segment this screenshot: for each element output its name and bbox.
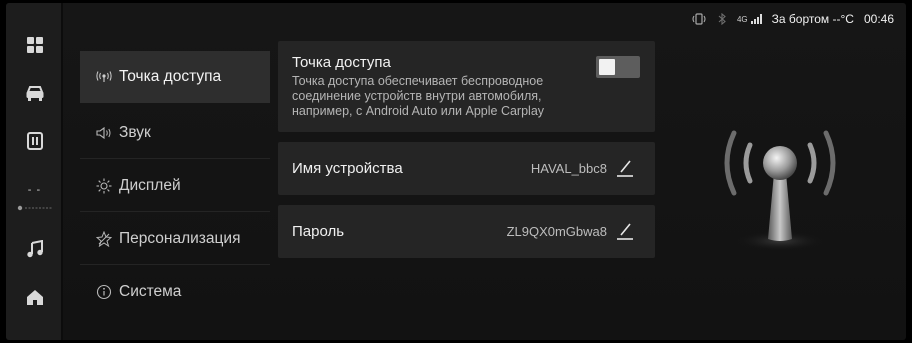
personalization-icon [93, 230, 115, 248]
hotspot-card: Точка доступа Точка доступа обеспечивает… [278, 41, 655, 132]
speaker-icon [93, 124, 115, 142]
menu-item-hotspot[interactable]: Точка доступа [80, 51, 270, 103]
head-unit-frame: - - 4G За бортом --°C 00:46 Точка доступ… [0, 0, 912, 343]
menu-item-sound[interactable]: Звук [80, 107, 270, 159]
device-name-label: Имя устройства [292, 160, 403, 177]
info-icon [93, 283, 115, 301]
edit-icon [615, 160, 635, 183]
menu-item-label: Точка доступа [119, 67, 222, 85]
car-icon [25, 84, 45, 107]
menu-item-label: Звук [119, 123, 151, 141]
apps-grid-icon [26, 36, 44, 59]
dock-music-button[interactable] [6, 231, 63, 271]
edit-device-name-button[interactable] [615, 157, 635, 179]
password-row: Пароль ZL9QX0mGbwa8 [278, 205, 655, 258]
hotspot-description: Точка доступа обеспечивает беспроводное … [292, 74, 545, 118]
device-name-value: HAVAL_bbc8 [530, 161, 607, 176]
menu-item-personalization[interactable]: Персонализация [80, 213, 270, 265]
dock-climate-button[interactable]: - - [6, 180, 63, 220]
network-type: 4G [736, 15, 748, 24]
menu-item-display[interactable]: Дисплей [80, 160, 270, 212]
toggle-knob [599, 59, 615, 75]
bluetooth-icon [717, 13, 727, 25]
password-value: ZL9QX0mGbwa8 [506, 224, 607, 239]
menu-item-system[interactable]: Система [80, 266, 270, 318]
edit-password-button[interactable] [615, 220, 635, 242]
device-name-row: Имя устройства HAVAL_bbc8 [278, 142, 655, 195]
edit-icon [615, 223, 635, 246]
screen: - - 4G За бортом --°C 00:46 Точка доступ… [6, 3, 906, 340]
hotspot-toggle[interactable] [596, 56, 640, 78]
network-indicator: 4G [737, 14, 762, 24]
signal-icon [750, 14, 762, 24]
hotspot-antenna-illustration [704, 103, 854, 273]
brightness-icon [93, 177, 115, 195]
connectivity-icon [691, 13, 707, 25]
clock: 00:46 [863, 12, 894, 26]
outside-temperature: За бортом --°C [772, 12, 854, 26]
dock-apps-button[interactable] [6, 27, 63, 67]
hotspot-title: Точка доступа [292, 54, 391, 71]
climate-value: - - [27, 184, 42, 196]
phone-mirror-icon [26, 131, 43, 155]
music-icon [26, 239, 44, 263]
home-icon [26, 288, 44, 311]
fan-icon [17, 198, 53, 216]
outside-label: За бортом [771, 12, 830, 26]
settings-menu: Точка доступа Звук Дисплей Персонализаци… [80, 51, 270, 333]
menu-item-label: Система [119, 283, 182, 300]
dock-phone-mirror-button[interactable] [6, 123, 63, 163]
dock-car-button[interactable] [6, 75, 63, 115]
menu-item-label: Дисплей [119, 176, 181, 194]
outside-temp-value: --°C [832, 12, 854, 26]
dock-home-button[interactable] [6, 279, 63, 319]
menu-item-label: Персонализация [119, 229, 241, 247]
left-dock: - - [6, 3, 63, 340]
status-bar: 4G За бортом --°C 00:46 [691, 9, 894, 29]
hotspot-icon [93, 68, 115, 86]
password-label: Пароль [292, 223, 345, 240]
